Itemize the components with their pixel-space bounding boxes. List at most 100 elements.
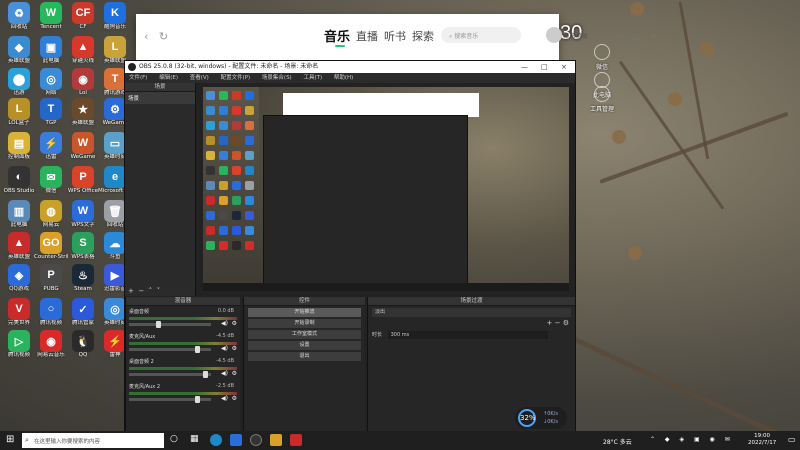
tab-audiobook[interactable]: 听书	[384, 28, 406, 44]
desktop-icon[interactable]: ◉ Lol	[68, 68, 98, 97]
desktop-icon[interactable]: T TGP	[36, 98, 66, 127]
scene-item[interactable]: 场景	[125, 92, 195, 104]
desktop-icon[interactable]: W WeGame	[68, 132, 98, 161]
tray-icons[interactable]: ⌃ ◆ ◈ ▣ ◉ ✉	[650, 436, 734, 443]
fader-knob[interactable]	[195, 346, 200, 353]
login-link[interactable]: 点击登录	[564, 31, 588, 40]
desktop-icon[interactable]: ✓ 腾讯管家	[68, 298, 98, 327]
back-forward-icon[interactable]: ‹ ↻	[144, 30, 168, 43]
desktop-icon[interactable]: W WPS文字	[68, 200, 98, 229]
desktop-icon[interactable]: ◉ 网易云音乐	[36, 330, 66, 359]
start-recording-button[interactable]: 开始录制	[248, 319, 361, 328]
speaker-icon[interactable]: ◀)	[221, 345, 228, 352]
desktop-icon[interactable]: P PUBG	[36, 264, 66, 293]
fader-knob[interactable]	[203, 371, 208, 378]
desktop-icon[interactable]: ◍ 网易云	[36, 200, 66, 229]
desktop-icon[interactable]: ★ 英雄联盟	[68, 98, 98, 127]
desktop-icon[interactable]: S WPS表格	[68, 232, 98, 261]
fader-knob[interactable]	[156, 321, 161, 328]
desktop-icon[interactable]: GOCounter-Strike	[34, 232, 68, 261]
speaker-icon[interactable]: ◀)	[221, 370, 228, 377]
chevron-down-icon[interactable]: ˅	[157, 287, 161, 295]
desktop-icon[interactable]: ◎ 网络	[36, 68, 66, 97]
maximize-icon[interactable]: □	[541, 61, 548, 73]
network-speed-widget[interactable]: 32% ↑0K/s ↓0K/s	[515, 407, 567, 429]
speaker-icon[interactable]: ◀)	[221, 320, 228, 327]
desktop-icon[interactable]: ◐ OBS Studio	[4, 166, 34, 195]
desktop-icon[interactable]: V 完美世界	[4, 298, 34, 327]
duration-input[interactable]: 300 ms	[387, 331, 548, 339]
windows-start-icon[interactable]: ⊞	[6, 435, 14, 445]
folder-icon[interactable]	[270, 434, 282, 446]
remove-icon[interactable]: −	[138, 287, 144, 295]
start-streaming-button[interactable]: 开始推流	[248, 308, 361, 317]
tab-explore[interactable]: 探索	[412, 28, 434, 44]
game-icon[interactable]	[290, 434, 302, 446]
volume-fader[interactable]	[129, 371, 211, 378]
desktop-icon[interactable]: ▥ 此电脑	[4, 200, 34, 229]
menu-help[interactable]: 帮助(H)	[334, 75, 353, 81]
gear-icon[interactable]: ⚙	[232, 320, 237, 327]
desktop-icon[interactable]: ♨ Steam	[68, 264, 98, 293]
edge-icon[interactable]	[210, 434, 222, 446]
desktop-icon[interactable]: ◈ QQ游戏	[4, 264, 34, 293]
desktop-icon[interactable]: 🐧 QQ	[68, 330, 98, 359]
desktop-icon[interactable]: ⚡ 迅雷	[36, 132, 66, 161]
gear-icon[interactable]: ⚙	[232, 370, 237, 377]
volume-fader[interactable]	[129, 346, 211, 353]
desktop-icon[interactable]: ▲ 穿越火线	[68, 36, 98, 65]
exit-button[interactable]: 退出	[248, 352, 361, 361]
add-icon[interactable]: +	[547, 319, 553, 327]
fader-knob[interactable]	[195, 396, 200, 403]
preview-canvas[interactable]	[203, 87, 569, 291]
menu-edit[interactable]: 编辑(E)	[159, 75, 178, 81]
notification-icon[interactable]: ▭	[788, 435, 796, 444]
desktop-icon[interactable]: W Tencent	[36, 2, 66, 31]
close-icon[interactable]: ×	[561, 61, 567, 73]
desktop-icon[interactable]: ○ 腾讯视频	[36, 298, 66, 327]
transition-select[interactable]: 淡出	[372, 308, 571, 317]
avatar[interactable]	[546, 27, 562, 43]
gear-icon[interactable]: ⚙	[232, 395, 237, 402]
taskbar-clock[interactable]: 19:00 2022/7/17	[748, 433, 776, 447]
task-view-icon[interactable]: ○	[170, 434, 182, 446]
menu-view[interactable]: 查看(V)	[190, 75, 209, 81]
volume-fader[interactable]	[129, 396, 211, 403]
desktop-icon[interactable]: ✉ 微信	[36, 166, 66, 195]
remove-icon[interactable]: −	[555, 319, 561, 327]
obs-icon[interactable]	[250, 434, 262, 446]
desktop-icon[interactable]: ▤ 控制面板	[4, 132, 34, 161]
gear-icon[interactable]: ⚙	[563, 319, 569, 327]
add-icon[interactable]: +	[128, 287, 134, 295]
desktop-icon[interactable]: L LOL盒子	[4, 98, 34, 127]
settings-button[interactable]: 设置	[248, 341, 361, 350]
desktop-icon[interactable]: ▣ 此电脑	[36, 36, 66, 65]
maximize-icon[interactable]: □	[632, 32, 640, 41]
taskbar-search-input[interactable]: ⌕ 在这里输入你要搜索的内容	[22, 433, 164, 448]
search-input[interactable]: ⌕ 搜索音乐	[441, 27, 521, 43]
gear-icon[interactable]: ⚙	[232, 345, 237, 352]
desktop-icon[interactable]: ▲ 英雄联盟	[4, 232, 34, 261]
task-switch-icon[interactable]: ▦	[190, 434, 202, 446]
minimize-icon[interactable]: —	[614, 32, 622, 41]
desktop-icon[interactable]: ▷ 腾讯视频	[4, 330, 34, 359]
menu-tools[interactable]: 工具(T)	[303, 75, 322, 81]
studio-mode-button[interactable]: 工作室模式	[248, 330, 361, 339]
desktop-icon[interactable]: ◆ 英雄联盟	[4, 36, 34, 65]
minimize-icon[interactable]: —	[521, 61, 528, 73]
menu-file[interactable]: 文件(F)	[129, 75, 147, 81]
desktop-icon[interactable]: K 酷狗音乐	[100, 2, 130, 31]
desktop-icon[interactable]: CF CF	[68, 2, 98, 31]
volume-fader[interactable]	[129, 321, 211, 328]
chevron-up-icon[interactable]: ˄	[149, 287, 153, 295]
desktop-icon[interactable]: ♻ 回收站	[4, 2, 34, 31]
tab-live[interactable]: 直播	[356, 28, 378, 44]
menu-profile[interactable]: 配置文件(P)	[221, 75, 251, 81]
app-icon[interactable]	[230, 434, 242, 446]
desktop-icon-right-1[interactable]: 微信	[578, 44, 626, 71]
desktop-icon[interactable]: P WPS Office	[68, 166, 98, 195]
desktop-icon-right-3[interactable]: 工具管理	[578, 86, 626, 113]
desktop-icon[interactable]: ⬤ 迅游	[4, 68, 34, 97]
weather-text[interactable]: 28°C 多云	[603, 437, 632, 446]
close-icon[interactable]: ×	[650, 32, 657, 41]
